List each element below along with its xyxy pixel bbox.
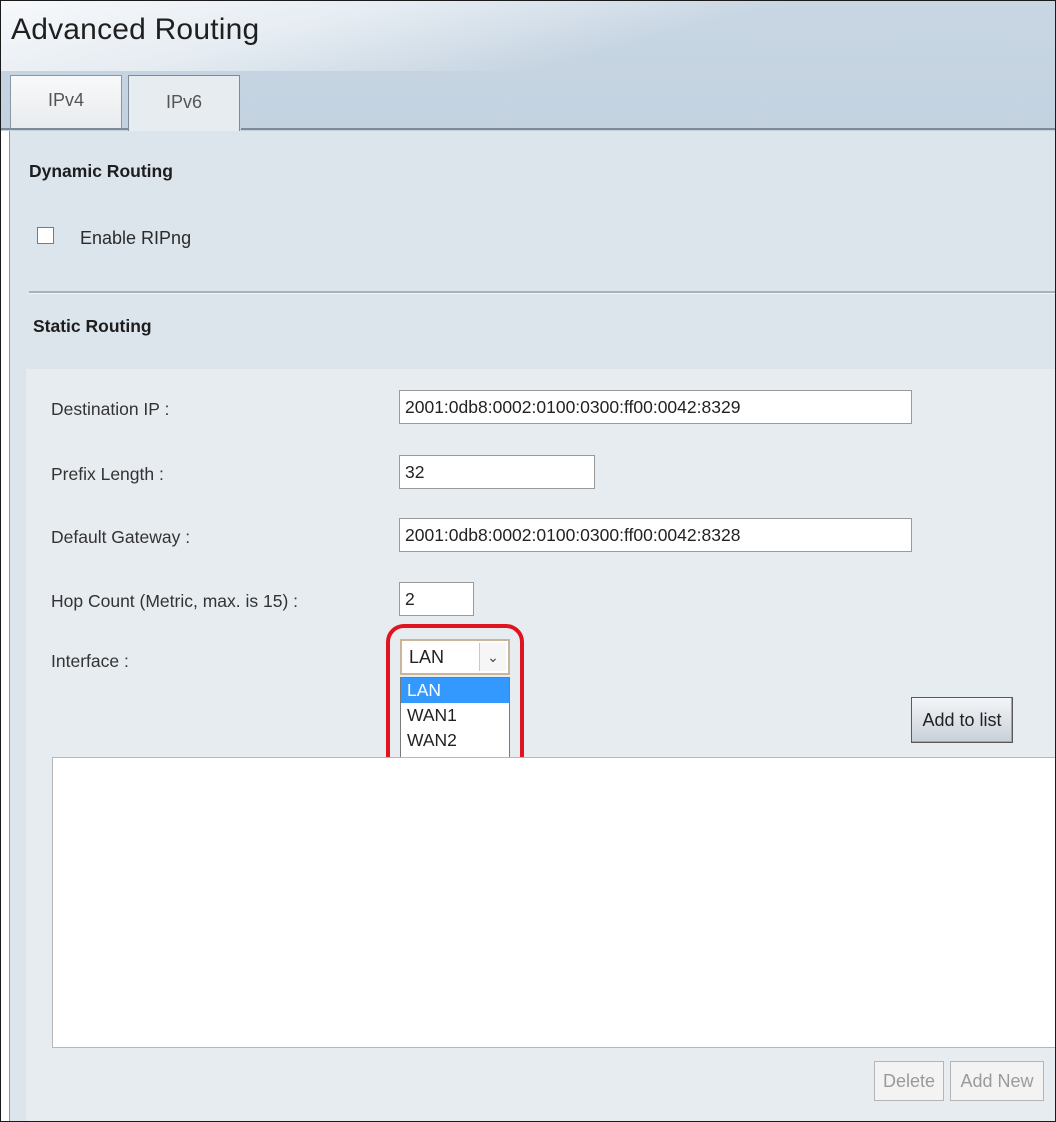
main-panel: Dynamic Routing Enable RIPng Static Rout…: [9, 131, 1055, 1121]
page-title: Advanced Routing: [11, 13, 260, 46]
static-routing-heading: Static Routing: [33, 316, 152, 336]
app-window: Advanced Routing IPv4 IPv6 Dynamic Routi…: [0, 0, 1056, 1122]
destination-ip-input[interactable]: 2001:0db8:0002:0100:0300:ff00:0042:8329: [399, 390, 912, 424]
destination-ip-label: Destination IP :: [51, 399, 170, 419]
tab-divider-left: [1, 128, 128, 130]
hop-count-input[interactable]: 2: [399, 582, 474, 616]
add-to-list-button[interactable]: Add to list: [911, 697, 1013, 743]
dynamic-routing-heading: Dynamic Routing: [29, 161, 173, 181]
default-gateway-label: Default Gateway :: [51, 527, 191, 547]
enable-ripng-checkbox[interactable]: [37, 227, 54, 244]
tab-divider: [241, 128, 1055, 130]
tab-ipv4[interactable]: IPv4: [10, 75, 122, 129]
enable-ripng-label: Enable RIPng: [80, 228, 192, 248]
add-new-button[interactable]: Add New: [950, 1061, 1044, 1101]
default-gateway-input[interactable]: 2001:0db8:0002:0100:0300:ff00:0042:8328: [399, 518, 912, 552]
delete-button[interactable]: Delete: [874, 1061, 944, 1101]
highlight-ring: [386, 624, 524, 774]
prefix-length-input[interactable]: 32: [399, 455, 595, 489]
page-header: Advanced Routing IPv4 IPv6: [1, 1, 1055, 133]
prefix-length-label: Prefix Length :: [51, 464, 164, 484]
tab-ipv6[interactable]: IPv6: [128, 75, 240, 133]
interface-label: Interface :: [51, 651, 129, 671]
static-routes-list[interactable]: [52, 757, 1055, 1048]
hop-count-label: Hop Count (Metric, max. is 15) :: [51, 591, 299, 611]
